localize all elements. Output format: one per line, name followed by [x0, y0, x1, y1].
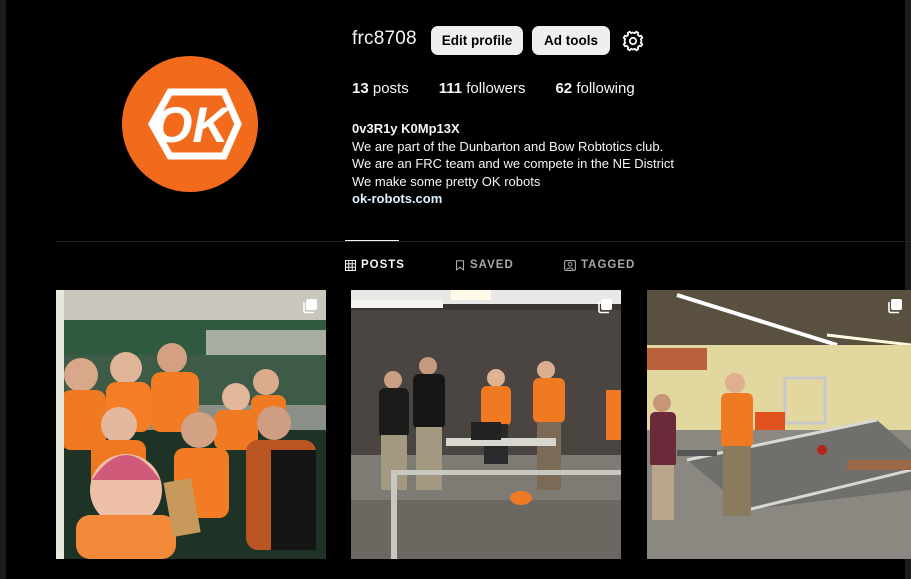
profile-stats: 13 posts 111 followers 62 following: [352, 80, 665, 97]
post-thumbnail[interactable]: [647, 290, 911, 559]
post-image: [647, 290, 911, 559]
ad-tools-button[interactable]: Ad tools: [532, 26, 610, 55]
tab-saved-label: SAVED: [470, 259, 514, 271]
active-tab-indicator: [345, 240, 399, 241]
tab-tagged-label: TAGGED: [581, 259, 636, 271]
posts-stat: 13 posts: [352, 80, 409, 97]
edit-profile-button[interactable]: Edit profile: [431, 26, 523, 55]
bio-link[interactable]: ok-robots.com: [352, 190, 674, 208]
bookmark-icon: [455, 259, 465, 271]
ok-logo-icon: OK: [147, 88, 242, 160]
posts-label: posts: [372, 80, 409, 97]
followers-stat[interactable]: 111 followers: [439, 80, 526, 97]
post-thumbnail[interactable]: [56, 290, 326, 559]
post-image: [56, 290, 326, 559]
bio-line-1: We are part of the Dunbarton and Bow Rob…: [352, 138, 664, 154]
posts-count: 13: [352, 80, 369, 97]
tag-user-icon: [564, 259, 576, 271]
tab-tagged[interactable]: TAGGED: [564, 259, 635, 271]
bio-line-2: We are an FRC team and we compete in the…: [352, 156, 674, 171]
grid-icon: [345, 259, 356, 271]
tabs-divider: [56, 241, 911, 242]
followers-label: followers: [466, 80, 526, 97]
following-label: following: [576, 80, 635, 97]
bio-name: 0v3R1y K0Mp13X: [352, 121, 460, 136]
username: frc8708: [352, 28, 417, 49]
carousel-icon: [888, 299, 902, 314]
following-stat[interactable]: 62 following: [555, 80, 634, 97]
gear-icon[interactable]: [621, 29, 645, 53]
profile-tabs: POSTS SAVED TAGGED: [0, 259, 911, 275]
carousel-icon: [303, 299, 317, 314]
profile-avatar[interactable]: OK: [122, 56, 258, 192]
bio-line-3: We make some pretty OK robots: [352, 173, 541, 189]
followers-count: 111: [438, 80, 463, 97]
window-edge-left: [0, 0, 6, 579]
profile-bio: 0v3R1y K0Mp13X We are part of the Dunbar…: [352, 120, 674, 208]
post-image: [351, 290, 621, 559]
carousel-icon: [598, 299, 612, 314]
tab-posts[interactable]: POSTS: [345, 259, 405, 271]
following-count: 62: [555, 80, 573, 97]
tab-posts-label: POSTS: [361, 259, 405, 271]
avatar-text: OK: [154, 97, 233, 153]
post-thumbnail[interactable]: [351, 290, 621, 559]
tab-saved[interactable]: SAVED: [455, 259, 514, 271]
